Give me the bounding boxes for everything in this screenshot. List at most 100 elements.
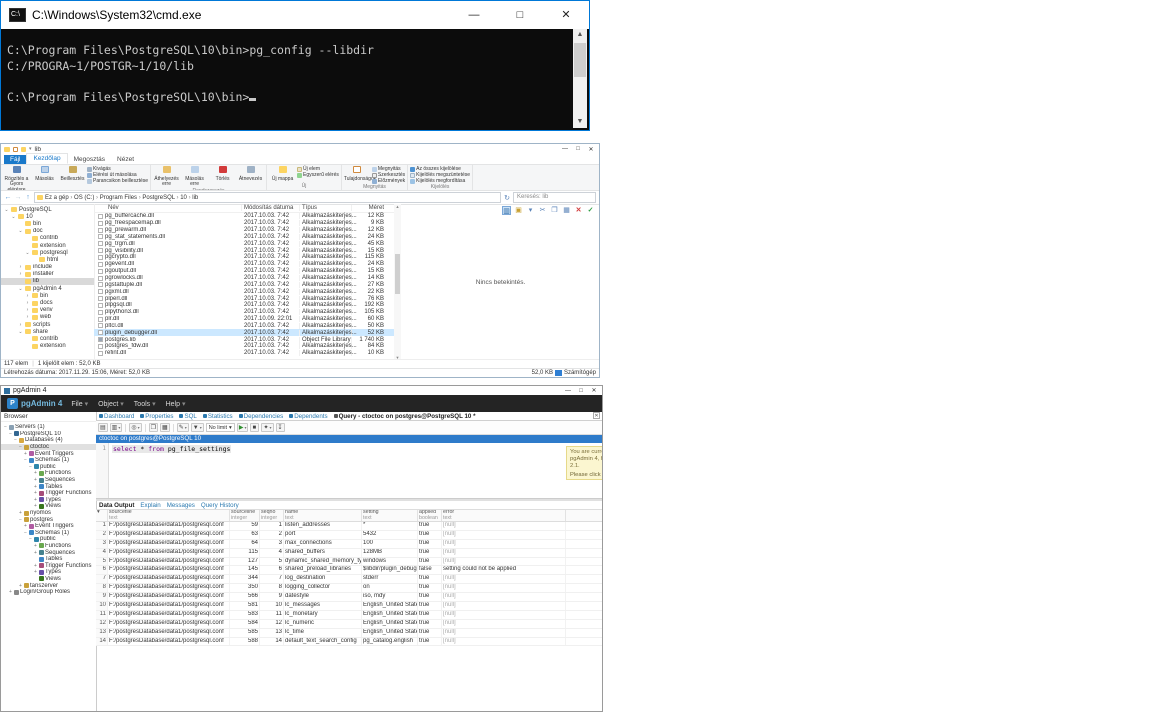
expand-icon[interactable]: + bbox=[33, 569, 38, 575]
tree-item-doc[interactable]: ⌄doc bbox=[1, 228, 94, 235]
cell-setting[interactable]: on bbox=[362, 584, 418, 592]
cell-seqno[interactable]: 8 bbox=[260, 584, 284, 592]
minimize-button[interactable]: — bbox=[560, 146, 570, 152]
column-header-error[interactable]: errortext bbox=[442, 510, 566, 521]
file-row[interactable]: pg_trgm.dll2017.10.03. 7:42Alkalmazáskit… bbox=[94, 240, 394, 247]
cell-setting[interactable]: 5432 bbox=[362, 531, 418, 539]
file-row[interactable]: postgres_fdw.dll2017.10.03. 7:42Alkalmaz… bbox=[94, 343, 394, 350]
tab-statistics[interactable]: Statistics bbox=[200, 412, 236, 420]
cell-seqno[interactable]: 5 bbox=[260, 558, 284, 566]
dropdown-icon[interactable]: ▾ bbox=[526, 206, 535, 215]
collapse-icon[interactable]: − bbox=[28, 536, 33, 542]
t-rl-s-button[interactable]: Törlés bbox=[209, 166, 236, 182]
scroll-up-icon[interactable]: ▲ bbox=[573, 29, 587, 41]
scroll-down-icon[interactable]: ▼ bbox=[573, 116, 587, 128]
cell-setting[interactable]: English_United States.1252 bbox=[362, 611, 418, 619]
cell-error[interactable]: [null] bbox=[442, 602, 566, 610]
cell-sourceline[interactable]: 145 bbox=[230, 566, 260, 574]
collapse-icon[interactable]: − bbox=[8, 431, 13, 437]
grid-row[interactable]: 4F:/postgresDatabase/data1/postgresql.co… bbox=[96, 549, 602, 558]
scroll-up-icon[interactable]: ▲ bbox=[394, 204, 401, 209]
cell-name[interactable]: max_connections bbox=[284, 540, 362, 548]
cell-sourcefile[interactable]: F:/postgresDatabase/data1/postgresql.con… bbox=[108, 558, 230, 566]
cell-seqno[interactable]: 13 bbox=[260, 629, 284, 637]
cell-sourcefile[interactable]: F:/postgresDatabase/data1/postgresql.con… bbox=[108, 584, 230, 592]
grid-row[interactable]: 3F:/postgresDatabase/data1/postgresql.co… bbox=[96, 540, 602, 549]
expand-icon[interactable]: + bbox=[33, 563, 38, 569]
tab-properties[interactable]: Properties bbox=[137, 412, 176, 420]
cell-sourcefile[interactable]: F:/postgresDatabase/data1/postgresql.con… bbox=[108, 611, 230, 619]
expand-icon[interactable]: + bbox=[18, 510, 23, 516]
tree-item-contrib[interactable]: contrib bbox=[1, 235, 94, 242]
tnevez-s-button[interactable]: Átnevezés bbox=[237, 166, 264, 182]
expand-icon[interactable]: + bbox=[23, 523, 28, 529]
up-icon[interactable]: ↑ bbox=[24, 194, 32, 201]
cell-setting[interactable]: $libdir/plugin_debugger.dll bbox=[362, 566, 418, 574]
cell-seqno[interactable]: 9 bbox=[260, 593, 284, 601]
menu-file[interactable]: File ▾ bbox=[71, 400, 88, 408]
tree-item-scripts[interactable]: ›scripts bbox=[1, 321, 94, 328]
file-row[interactable]: pgrowlocks.dll2017.10.03. 7:42Alkalmazás… bbox=[94, 275, 394, 282]
find-button[interactable]: ◎▾ bbox=[129, 423, 141, 432]
breadcrumb-segment[interactable]: OS (C:) bbox=[74, 195, 94, 201]
cell-sourceline[interactable]: 63 bbox=[230, 531, 260, 539]
cell-error[interactable]: [null] bbox=[442, 531, 566, 539]
update-notification[interactable]: × You are currently running version 2.0 … bbox=[566, 446, 602, 480]
cell-sourceline[interactable]: 588 bbox=[230, 638, 260, 646]
quick-access-caret-icon[interactable]: ▾ bbox=[29, 146, 32, 152]
tree-item-public[interactable]: −public bbox=[1, 464, 96, 471]
cell-setting[interactable]: pg_catalog.english bbox=[362, 638, 418, 646]
expand-icon[interactable]: + bbox=[33, 497, 38, 503]
file-row[interactable]: pg_visibility.dll2017.10.03. 7:42Alkalma… bbox=[94, 247, 394, 254]
cell-error[interactable]: [null] bbox=[442, 611, 566, 619]
cell-sourcefile[interactable]: F:/postgresDatabase/data1/postgresql.con… bbox=[108, 575, 230, 583]
paste-icon[interactable]: ▦ bbox=[562, 206, 571, 215]
file-list-scrollbar[interactable]: ▲ ▼ bbox=[394, 204, 401, 360]
menu-help[interactable]: Help ▾ bbox=[166, 400, 186, 408]
cell-name[interactable]: logging_collector bbox=[284, 584, 362, 592]
file-row[interactable]: plperl.dll2017.10.03. 7:42Alkalmazáskite… bbox=[94, 295, 394, 302]
breadcrumb-segment[interactable]: Program Files bbox=[100, 195, 137, 201]
cell-sourcefile[interactable]: F:/postgresDatabase/data1/postgresql.con… bbox=[108, 566, 230, 574]
cell-setting[interactable]: English_United States.1252 bbox=[362, 620, 418, 628]
close-button[interactable]: ✕ bbox=[589, 387, 599, 394]
menu-object[interactable]: Object ▾ bbox=[98, 400, 124, 408]
cell-applied[interactable]: true bbox=[418, 558, 442, 566]
tree-item-login-group-roles[interactable]: +Login/Group Roles bbox=[1, 589, 96, 596]
cmd-titlebar[interactable]: C:\ C:\Windows\System32\cmd.exe — □ ✕ bbox=[1, 1, 589, 29]
minimize-button[interactable]: — bbox=[563, 388, 573, 394]
tree-item-sequences[interactable]: +Sequences bbox=[1, 549, 96, 556]
ribbon-tab-megoszt-s[interactable]: Megosztás bbox=[68, 155, 111, 164]
expand-icon[interactable]: + bbox=[23, 451, 28, 457]
cell-sourcefile[interactable]: F:/postgresDatabase/data1/postgresql.con… bbox=[108, 522, 230, 530]
j-mappa-button[interactable]: Új mappa bbox=[269, 166, 296, 182]
cell-seqno[interactable]: 12 bbox=[260, 620, 284, 628]
tree-item-servers-1[interactable]: −Servers (1) bbox=[1, 424, 96, 431]
edit-button[interactable]: ✎▾ bbox=[177, 423, 189, 432]
new-folder-icon[interactable]: ▣ bbox=[514, 206, 523, 215]
tree-item-web[interactable]: ›web bbox=[1, 314, 94, 321]
chevron-right-icon[interactable]: › bbox=[25, 300, 30, 306]
cell-applied[interactable]: true bbox=[418, 611, 442, 619]
cell-seqno[interactable]: 6 bbox=[260, 566, 284, 574]
cell-name[interactable]: lc_numeric bbox=[284, 620, 362, 628]
minimize-button[interactable]: — bbox=[451, 1, 497, 29]
file-row[interactable]: pgstattuple.dll2017.10.03. 7:42Alkalmazá… bbox=[94, 281, 394, 288]
download-button[interactable]: ↧ bbox=[276, 423, 285, 432]
refresh-icon[interactable]: ↻ bbox=[503, 194, 511, 202]
grid-row[interactable]: 1F:/postgresDatabase/data1/postgresql.co… bbox=[96, 522, 602, 531]
grid-row[interactable]: 10F:/postgresDatabase/data1/postgresql.c… bbox=[96, 602, 602, 611]
column-header-sourcefile[interactable]: sourcefiletext bbox=[108, 510, 230, 521]
cell-setting[interactable]: stderr bbox=[362, 575, 418, 583]
tree-item-views[interactable]: Views bbox=[1, 576, 96, 583]
expand-icon[interactable]: + bbox=[33, 470, 38, 476]
breadcrumb-segment[interactable]: PostgreSQL bbox=[142, 195, 174, 201]
column-header-type[interactable]: Típus bbox=[300, 205, 352, 211]
maximize-button[interactable]: □ bbox=[576, 388, 586, 394]
cell-name[interactable]: datestyle bbox=[284, 593, 362, 601]
cell-sourceline[interactable]: 585 bbox=[230, 629, 260, 637]
cell-seqno[interactable]: 4 bbox=[260, 549, 284, 557]
file-row[interactable]: plpgsql.dll2017.10.03. 7:42Alkalmazáskit… bbox=[94, 302, 394, 309]
cell-name[interactable]: lc_monetary bbox=[284, 611, 362, 619]
expand-icon[interactable]: + bbox=[18, 583, 23, 589]
